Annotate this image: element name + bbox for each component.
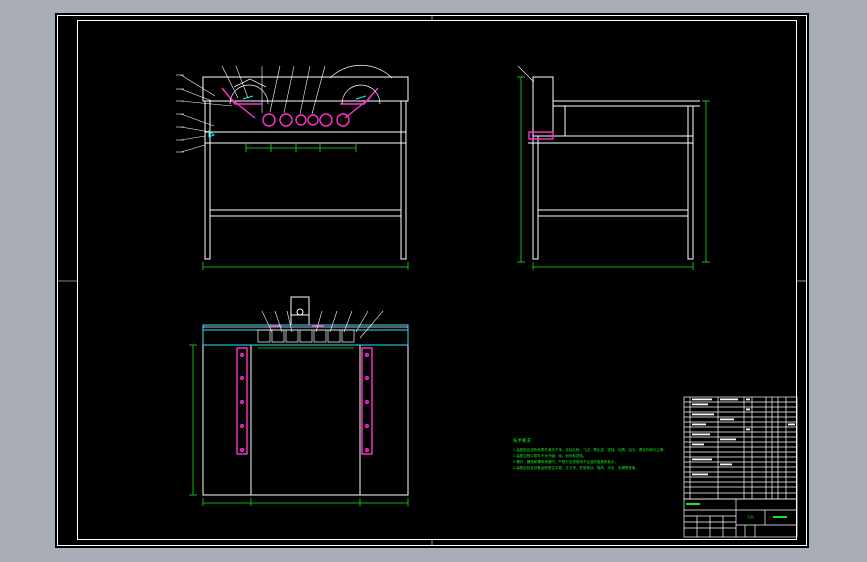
note-line-2: 2.装配过程中零件不允许磕、碰、划伤和锈蚀。 xyxy=(513,453,586,458)
cad-viewport[interactable]: 技术要求 1.装配前应将所有零件清洗干净，去除毛刺、飞边、氧化皮、锈蚀、切屑、油… xyxy=(0,0,867,562)
note-line-4: 4.装配后检查设备运转是否平稳，无卡滞、异常振动、噪声、冲击、渗漏等现象。 xyxy=(513,465,639,470)
note-line-1: 1.装配前应将所有零件清洗干净，去除毛刺、飞边、氧化皮、锈蚀、切屑、油污、着色剂… xyxy=(513,447,667,452)
title-text: 刀片 xyxy=(747,515,755,520)
note-line-3: 3.螺钉、螺栓和螺母紧固时，严禁打击或使用不合适的旋具和扳手。 xyxy=(513,459,618,464)
drawing-sheet xyxy=(55,13,809,548)
drawing-number xyxy=(773,516,787,518)
drawing-canvas[interactable]: 技术要求 1.装配前应将所有零件清洗干净，去除毛刺、飞边、氧化皮、锈蚀、切屑、油… xyxy=(0,0,867,562)
notes-heading: 技术要求 xyxy=(513,437,531,444)
block-label xyxy=(686,503,700,505)
